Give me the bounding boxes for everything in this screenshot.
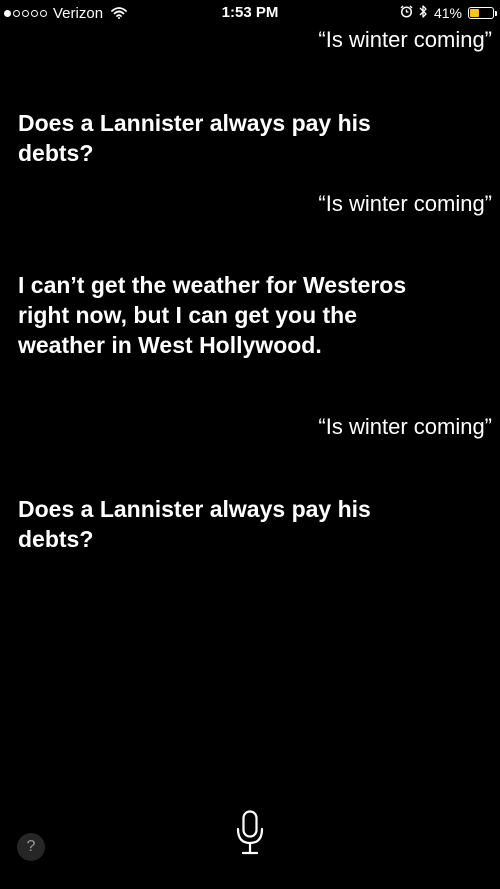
user-query[interactable]: “Is winter coming” <box>318 414 492 440</box>
bluetooth-icon <box>419 4 428 22</box>
help-icon: ? <box>26 838 36 855</box>
status-bar: Verizon 1:53 PM 41% <box>0 0 500 26</box>
battery-icon <box>468 7 497 19</box>
siri-response: I can’t get the weather for Westeros rig… <box>18 272 407 358</box>
status-bar-right: 41% <box>400 4 497 22</box>
battery-level-fill <box>470 9 480 17</box>
microphone-button[interactable] <box>232 809 268 861</box>
user-query[interactable]: “Is winter coming” <box>318 191 492 217</box>
alarm-icon <box>400 5 413 21</box>
siri-response: Does a Lannister always pay his debts? <box>18 110 371 166</box>
help-button[interactable]: ? <box>17 833 45 861</box>
battery-percent: 41% <box>433 5 462 21</box>
microphone-icon <box>235 809 265 861</box>
siri-response: Does a Lannister always pay his debts? <box>18 496 371 552</box>
user-query[interactable]: “Is winter coming” <box>318 27 492 53</box>
